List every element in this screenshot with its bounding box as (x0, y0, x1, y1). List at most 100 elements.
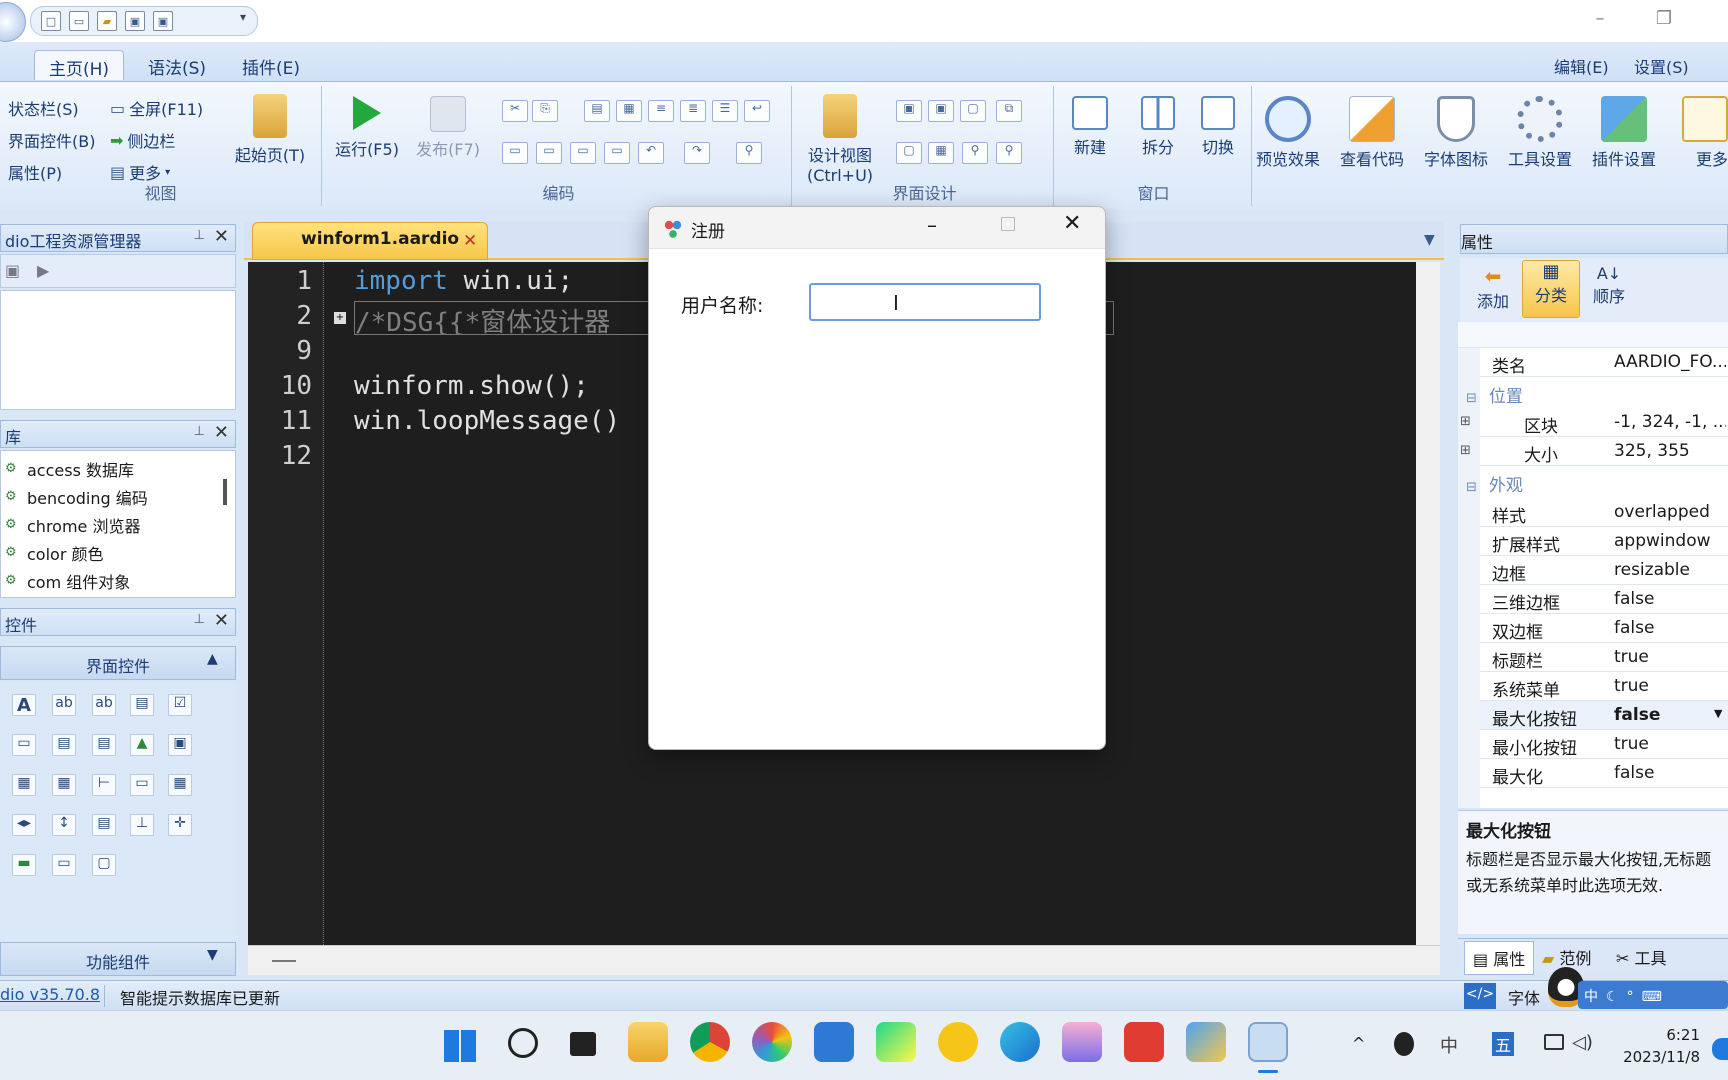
view-code-button[interactable]: 查看代码 (1334, 96, 1410, 170)
property-row[interactable]: ⊞ 大小 325, 355 (1460, 437, 1728, 466)
table-control-icon[interactable]: ▦ (168, 774, 192, 796)
comment-icon[interactable]: ▭ (502, 142, 528, 164)
property-row[interactable]: 标题栏 true (1480, 643, 1728, 672)
collapse-icon[interactable]: ⊟ (1466, 480, 1477, 495)
restore-icon[interactable]: ❐ (1644, 8, 1684, 32)
save-icon[interactable]: ▣ (125, 11, 145, 31)
category-position[interactable]: ⊟ 位置 (1466, 382, 1523, 407)
combo-control-icon[interactable]: ▤ (52, 734, 76, 756)
category-appearance[interactable]: ⊟ 外观 (1466, 471, 1523, 496)
property-row[interactable]: 三维边框 false (1480, 585, 1728, 614)
property-row[interactable]: 类名 AARDIO_FO... (1480, 348, 1728, 377)
dialog-close-icon[interactable]: ✕ (1063, 211, 1081, 236)
custom-control-icon[interactable]: ▭ (52, 854, 76, 876)
align-icon[interactable]: ☰ (712, 100, 738, 122)
fold-toggle-icon[interactable]: + (334, 312, 346, 324)
quick-access-dropdown-icon[interactable]: ▾ (240, 10, 246, 24)
tab-plugins[interactable]: 插件(E) (228, 50, 314, 80)
aardio-app-icon[interactable] (1248, 1022, 1288, 1062)
undo-icon[interactable]: ↶ (638, 142, 664, 164)
chevron-down-icon[interactable]: ▼ (1714, 707, 1722, 720)
list-item[interactable]: ⚙ chrome 浏览器 (5, 513, 140, 537)
chrome-icon[interactable] (690, 1022, 730, 1062)
chevron-down-icon[interactable]: ▼ (207, 947, 218, 963)
redo-icon[interactable]: ↷ (684, 142, 710, 164)
list-item[interactable]: ⚙ color 颜色 (5, 541, 104, 565)
tool-settings-button[interactable]: 工具设置 (1502, 96, 1578, 170)
indent-icon[interactable]: ≡ (648, 100, 674, 122)
uncomment-icon[interactable]: ▭ (536, 142, 562, 164)
save-all-icon[interactable]: ▣ (153, 11, 173, 31)
layout-icon-2[interactable]: ▣ (928, 100, 954, 122)
paint-app-icon[interactable] (1062, 1022, 1102, 1062)
layout-icon-1[interactable]: ▣ (896, 100, 922, 122)
color-app-icon[interactable] (752, 1022, 792, 1062)
splitter-control-icon[interactable]: ✛ (168, 814, 192, 836)
vscroll-control-icon[interactable]: ↕ (52, 814, 76, 836)
layout-icon-5[interactable]: ▢ (896, 142, 922, 164)
split-button[interactable]: 拆分 (1130, 96, 1186, 158)
list2-control-icon[interactable]: ▤ (92, 814, 116, 836)
qq-tray-icon[interactable] (1394, 1032, 1414, 1056)
resource-tree[interactable] (0, 290, 236, 410)
copy-icon[interactable]: ⎘ (532, 100, 558, 122)
editor-hscroll[interactable] (248, 945, 1440, 975)
clock-time[interactable]: 6:21 (1660, 1026, 1700, 1044)
property-row[interactable]: ⊞ 区块 -1, 324, -1, ... (1460, 408, 1728, 437)
spin-control-icon[interactable]: ▭ (12, 734, 36, 756)
close-tab-icon[interactable]: ✕ (463, 231, 477, 251)
start-icon[interactable] (444, 1030, 476, 1062)
close-icon[interactable]: ✕ (214, 610, 229, 631)
label-control-icon[interactable]: A (12, 694, 36, 716)
property-row[interactable]: 双边框 false (1480, 614, 1728, 643)
moon-icon[interactable]: ☾ (1606, 989, 1627, 1005)
wrap-icon[interactable]: ↩ (744, 100, 770, 122)
library-scrollbar[interactable] (223, 479, 227, 505)
edit-control-icon[interactable]: ab (52, 694, 76, 716)
font-icons-button[interactable]: 字体图标 (1418, 96, 1494, 170)
tab-home[interactable]: 主页(H) (34, 50, 125, 80)
property-row[interactable]: 最大化 false (1480, 759, 1728, 788)
tray-chevron-up-icon[interactable]: ^ (1352, 1034, 1365, 1053)
save-icon[interactable]: ▣ (5, 261, 20, 280)
more-button[interactable]: 更多 (1670, 96, 1728, 170)
tab-tools[interactable]: ✂ 工具 (1616, 945, 1667, 969)
list-item[interactable]: ⚙ access 数据库 (5, 457, 134, 481)
fullscreen-button[interactable]: ▭ 全屏(F11) (110, 96, 203, 120)
property-row[interactable]: 扩展样式 appwindow (1480, 527, 1728, 556)
tray-wubi-indicator[interactable]: 五 (1492, 1032, 1515, 1056)
volume-icon[interactable]: ◁) (1572, 1032, 1593, 1053)
richedit-control-icon[interactable]: ab (92, 694, 116, 716)
layout-icon-4[interactable]: ⧉ (996, 100, 1022, 122)
grid-control-icon[interactable]: ▦ (12, 774, 36, 796)
tab-syntax[interactable]: 语法(S) (134, 50, 220, 80)
start-page-button[interactable]: 起始页(T) (232, 94, 308, 166)
editor-tab[interactable]: winform1.aardio ✕ (252, 222, 488, 260)
list-control-icon[interactable]: ▤ (92, 734, 116, 756)
ime-lang-indicator[interactable]: 中 (1584, 989, 1606, 1005)
property-row[interactable]: 样式 overlapped (1480, 498, 1728, 527)
bookmark-icon[interactable]: ▭ (570, 142, 596, 164)
find-icon[interactable]: ⚲ (736, 142, 762, 164)
search-icon[interactable] (508, 1028, 538, 1058)
editor-vscroll[interactable] (1416, 262, 1440, 945)
list-item[interactable]: ⚙ com 组件对象 (5, 569, 130, 593)
categorized-button[interactable]: ▦ 分类 (1522, 260, 1580, 318)
listbox-control-icon[interactable]: ▤ (130, 694, 154, 716)
bookmark-next-icon[interactable]: ▭ (604, 142, 630, 164)
close-icon[interactable]: ✕ (214, 422, 229, 443)
edit-menu[interactable]: 编辑(E) (1540, 50, 1623, 80)
plugin-settings-button[interactable]: 插件设置 (1586, 96, 1662, 170)
anchor-icon[interactable]: ⚲ (962, 142, 988, 164)
property-row[interactable]: 边框 resizable (1480, 556, 1728, 585)
property-row[interactable]: 最小化按钮 true (1480, 730, 1728, 759)
functional-components-header[interactable]: 功能组件 ▼ (0, 942, 236, 976)
notification-badge[interactable] (1712, 1038, 1728, 1060)
sidebar-button[interactable]: ➡ 侧边栏 (110, 128, 175, 152)
new-window-button[interactable]: 新建 (1060, 96, 1120, 158)
publish-button[interactable]: 发布(F7) (410, 96, 486, 160)
file-explorer-icon[interactable] (628, 1022, 668, 1062)
group-control-icon[interactable]: ▢ (92, 854, 116, 876)
layout-icon-3[interactable]: ▢ (960, 100, 986, 122)
preview-button[interactable]: 预览效果 (1250, 96, 1326, 170)
